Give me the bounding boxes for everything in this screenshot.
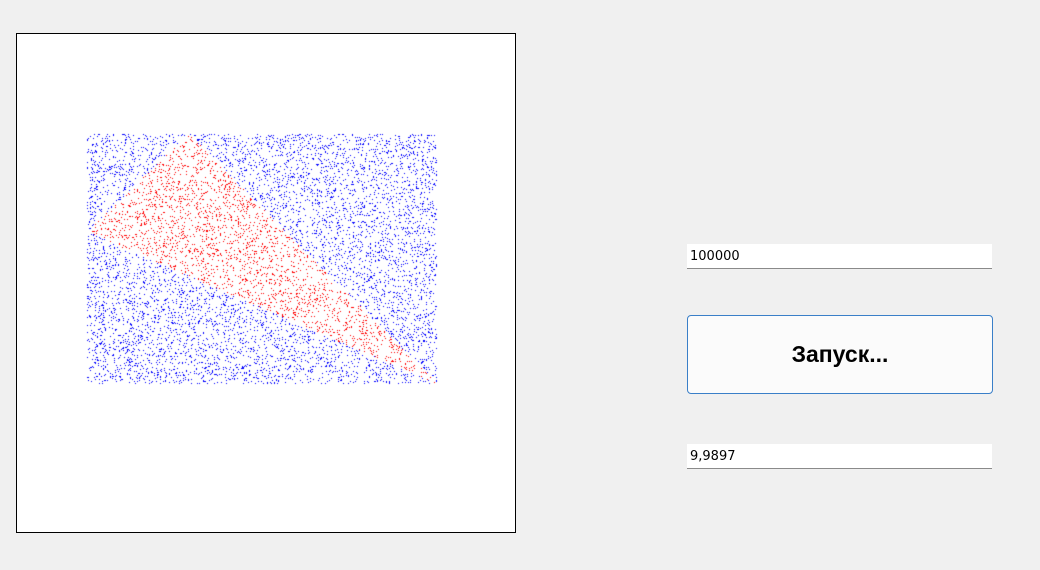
scatter-plot — [17, 34, 515, 532]
monte-carlo-canvas — [16, 33, 516, 533]
points-count-input[interactable] — [687, 244, 992, 269]
result-field[interactable] — [687, 444, 992, 469]
run-button[interactable]: Запуск... — [687, 315, 993, 394]
